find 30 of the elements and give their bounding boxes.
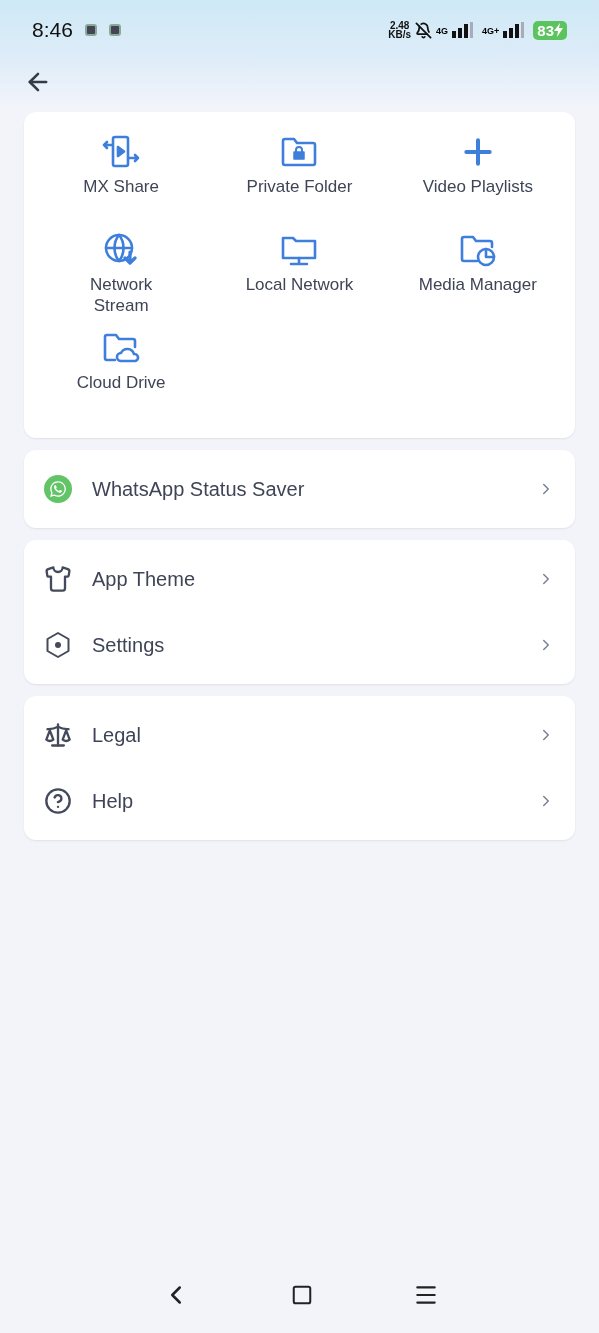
network-type: 4G (436, 24, 449, 38)
menu-item[interactable]: WhatsApp Status Saver (24, 456, 575, 522)
shortcut-button[interactable]: Cloud Drive (32, 328, 211, 418)
shortcut-button[interactable]: Video Playlists (388, 132, 567, 222)
battery-level: 83 (533, 20, 567, 40)
shirt-icon (44, 565, 72, 593)
notification-icon (108, 24, 121, 36)
network-speed-unit: KB/s (388, 30, 412, 39)
menu-item[interactable]: Settings (24, 612, 575, 678)
signal-icon (503, 22, 526, 38)
network-speed: 2.48 (389, 21, 410, 30)
scale-icon (44, 721, 72, 749)
shortcut-button[interactable]: Local Network (210, 230, 389, 320)
signal-icon (452, 22, 475, 38)
menu-item[interactable]: Legal (24, 702, 575, 768)
network-type: 4G+ (482, 24, 500, 38)
notification-icon (84, 24, 97, 36)
menu-item[interactable]: Help (24, 768, 575, 834)
shortcut-button[interactable]: MX Share (32, 132, 211, 222)
menu-item[interactable]: App Theme (24, 546, 575, 612)
shortcut-button[interactable]: Media Manager (388, 230, 567, 320)
bell-off-icon (415, 21, 433, 39)
shortcut-button[interactable]: Network Stream (32, 230, 211, 320)
settings-icon (44, 631, 72, 659)
charging-bolt-icon (554, 23, 563, 37)
clock-time: 8:46 (32, 17, 73, 44)
help-icon (44, 787, 72, 815)
shortcut-button[interactable]: Private Folder (210, 132, 389, 222)
home-nav-icon[interactable] (290, 1284, 313, 1306)
whatsapp-icon (44, 475, 72, 503)
